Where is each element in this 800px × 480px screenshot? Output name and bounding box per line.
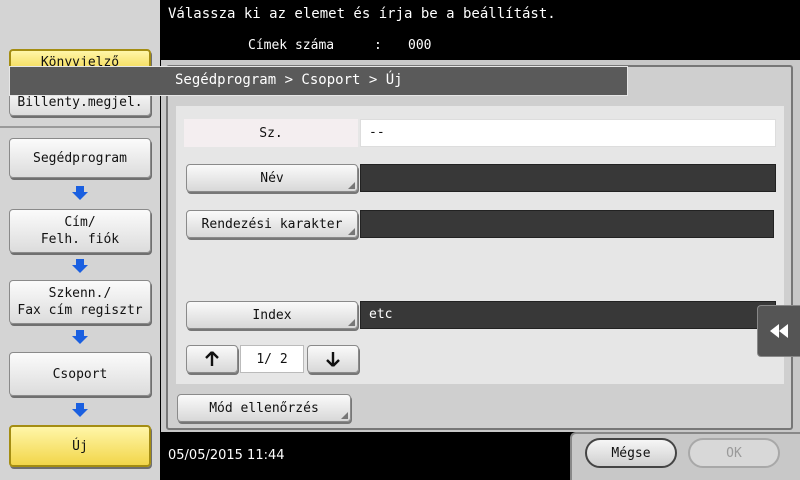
page-up-button[interactable] [186,345,238,373]
number-field: -- [360,119,776,147]
address-count-value: 000 [408,38,432,53]
arrow-down-icon [72,186,88,200]
cancel-button[interactable]: Mégse [585,438,677,468]
ok-button[interactable]: OK [688,438,780,468]
address-count-separator: : [374,38,382,53]
arrow-down-icon [72,403,88,417]
double-left-icon [770,324,788,338]
sidebar-item-address-account[interactable]: Cím/ Felh. fiók [9,209,151,253]
number-label: Sz. [184,119,358,147]
sort-character-field[interactable] [360,210,774,238]
index-field[interactable]: etc [360,301,776,329]
datetime: 05/05/2015 11:44 [168,448,285,463]
sidebar-item-new[interactable]: Új [9,425,151,467]
name-field[interactable] [360,164,776,192]
collapse-panel-tab[interactable] [757,305,800,357]
mode-check-button[interactable]: Mód ellenőrzés [177,394,351,422]
instruction-message: Válassza ki az elemet és írja be a beáll… [168,6,556,22]
arrow-down-icon [72,259,88,273]
page-indicator: 1/ 2 [240,345,304,373]
breadcrumb: Segédprogram > Csoport > Új [175,72,403,88]
sidebar-item-utility[interactable]: Segédprogram [9,138,151,178]
index-button[interactable]: Index [186,301,358,329]
address-count-label: Címek száma [248,38,335,53]
arrow-down-icon [72,330,88,344]
page-down-button[interactable] [307,345,359,373]
sort-character-button[interactable]: Rendezési karakter [186,210,358,238]
sidebar-divider [0,126,160,128]
sidebar-item-group[interactable]: Csoport [9,352,151,396]
name-button[interactable]: Név [186,164,358,192]
form-area [176,106,784,384]
sidebar-item-scan-fax-register[interactable]: Szkenn./ Fax cím regisztr [9,280,151,324]
arrow-down-icon [326,352,340,367]
arrow-up-icon [205,351,219,366]
